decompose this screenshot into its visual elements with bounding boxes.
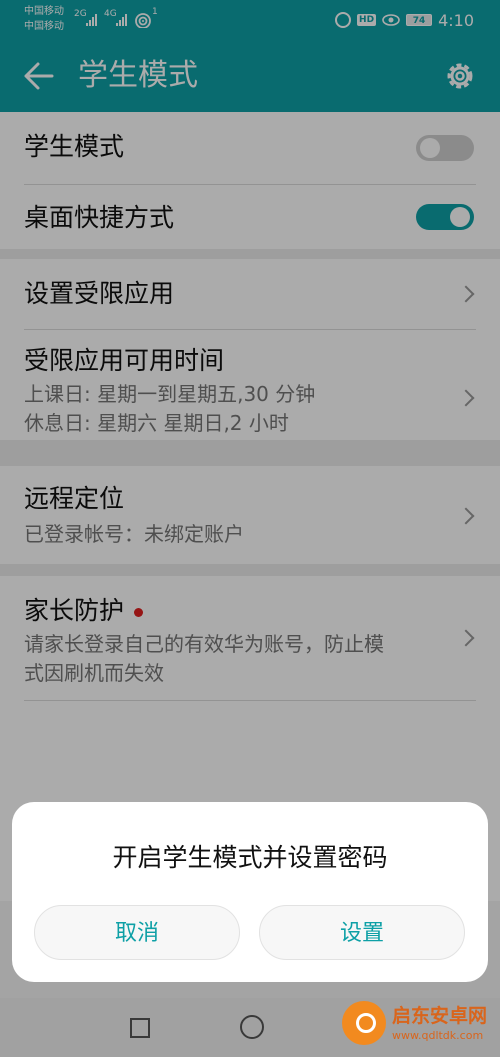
watermark-text: 启东安卓网	[392, 1005, 488, 1027]
set-button[interactable]: 设置	[259, 905, 465, 960]
watermark-logo-icon	[342, 1001, 386, 1045]
dialog-title: 开启学生模式并设置密码	[112, 843, 388, 872]
set-password-dialog: 开启学生模式并设置密码 取消 设置	[12, 802, 488, 982]
watermark-url: www.qdltdk.com	[392, 1029, 484, 1042]
cancel-button[interactable]: 取消	[34, 905, 240, 960]
watermark: 启东安卓网 www.qdltdk.com	[342, 1001, 492, 1049]
